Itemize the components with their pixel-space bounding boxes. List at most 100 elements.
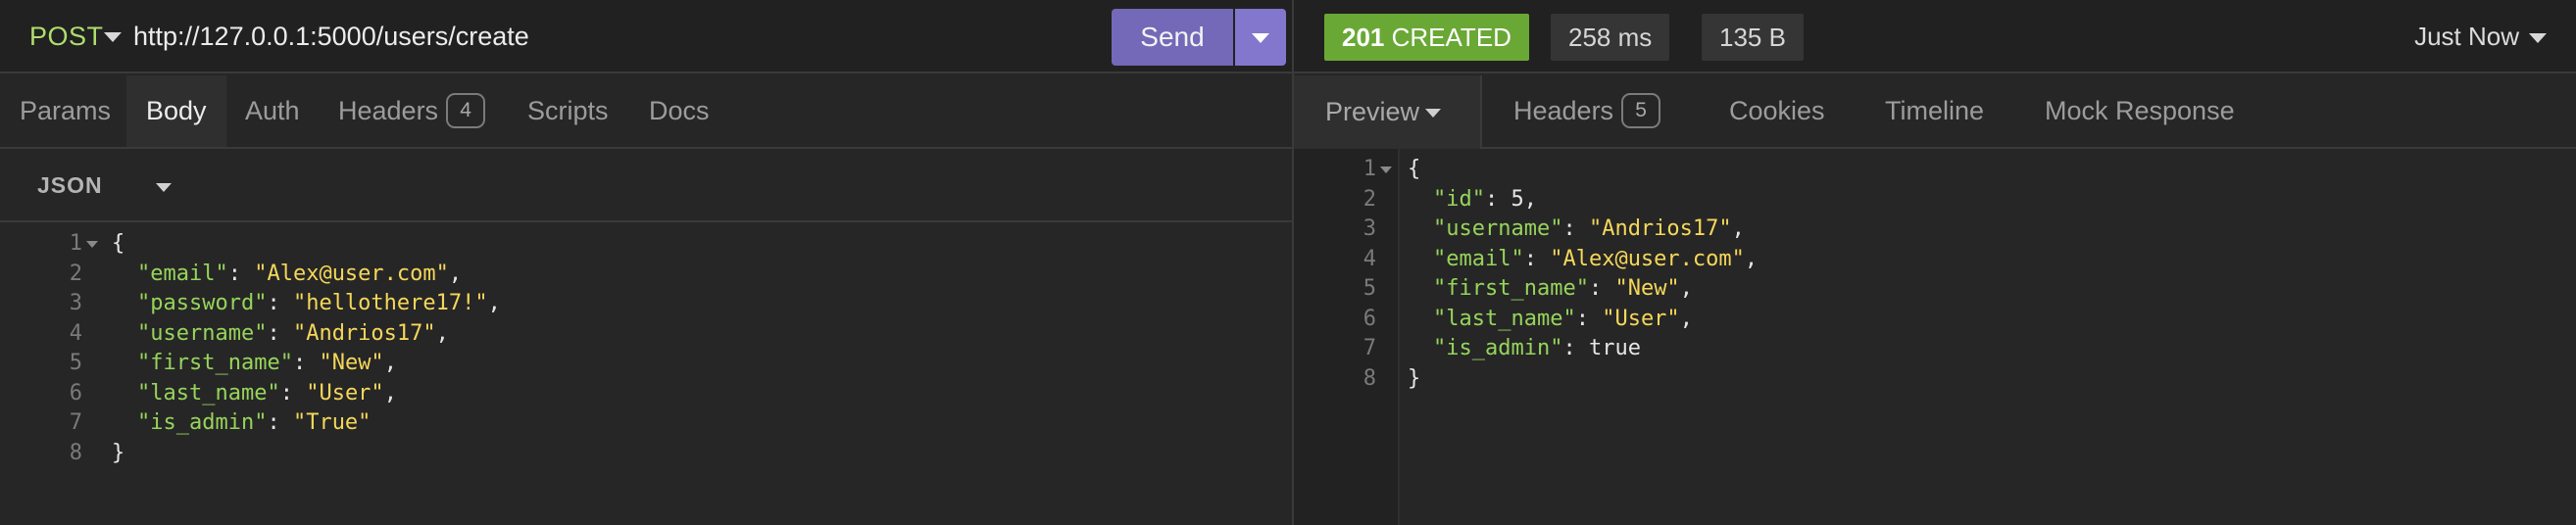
- url-input[interactable]: http://127.0.0.1:5000/users/create: [133, 22, 529, 52]
- response-tabs: Preview Headers 5 Cookies Timeline Mock R…: [1294, 75, 2576, 149]
- send-button[interactable]: Send: [1112, 9, 1233, 66]
- code-line: 4 "email": "Alex@user.com",: [1294, 245, 2576, 274]
- code-text: "password": "hellothere17!",: [137, 289, 501, 318]
- json-key: "last_name": [1433, 306, 1576, 331]
- code-text: "email": "Alex@user.com",: [137, 260, 462, 289]
- code-line: 8}: [0, 439, 1292, 468]
- code-text: "email": "Alex@user.com",: [1433, 245, 1758, 274]
- json-colon: :: [292, 351, 320, 375]
- line-number: 7: [69, 410, 82, 435]
- response-status-bar: 201 CREATED 258 ms 135 B Just Now: [1294, 0, 2576, 73]
- status-text: CREATED: [1391, 23, 1511, 52]
- json-comma: ,: [487, 291, 501, 315]
- code-text: "last_name": "User",: [1433, 305, 1693, 334]
- status-badge: 201 CREATED: [1324, 14, 1529, 61]
- code-line: 7 "is_admin": true: [1294, 334, 2576, 363]
- json-key: "first_name": [1433, 276, 1589, 301]
- json-comma: ,: [1679, 306, 1693, 331]
- json-value: "hellothere17!": [292, 291, 488, 315]
- json-comma: ,: [1731, 216, 1745, 241]
- code-text: "id": 5,: [1433, 185, 1537, 215]
- tab-auth[interactable]: Auth: [245, 75, 300, 147]
- json-comma: ,: [1679, 276, 1693, 301]
- code-line: 3 "password": "hellothere17!",: [0, 289, 1292, 318]
- json-value: "Andrios17": [292, 320, 436, 346]
- tab-headers-label: Headers: [338, 96, 439, 125]
- json-colon: :: [267, 320, 293, 346]
- json-key: "username": [1433, 216, 1563, 241]
- tab-docs[interactable]: Docs: [649, 75, 710, 147]
- json-key: "id": [1433, 186, 1485, 212]
- code-line: 1{: [1294, 155, 2576, 184]
- code-line: 1{: [0, 229, 1292, 259]
- status-code: 201: [1342, 23, 1385, 52]
- json-key: "first_name": [137, 351, 293, 375]
- json-key: "is_admin": [1433, 336, 1563, 360]
- line-number: 6: [69, 380, 82, 406]
- code-text: "is_admin": "True": [137, 408, 371, 438]
- code-text: "is_admin": true: [1433, 334, 1641, 363]
- tab-params[interactable]: Params: [20, 75, 111, 147]
- json-comma: ,: [1744, 246, 1759, 271]
- json-key: "email": [137, 261, 228, 286]
- json-value: "User": [306, 380, 384, 406]
- line-number: 5: [1362, 276, 1376, 301]
- body-format-selector[interactable]: JSON: [37, 172, 103, 199]
- code-line: 7 "is_admin": "True": [0, 408, 1292, 438]
- history-selector[interactable]: Just Now: [2414, 22, 2519, 52]
- method-selector[interactable]: POST: [29, 22, 104, 52]
- code-text: "first_name": "New",: [1433, 274, 1693, 304]
- line-number: 8: [69, 440, 82, 465]
- json-key: "email": [1433, 246, 1524, 271]
- tab-mock-response[interactable]: Mock Response: [2045, 75, 2235, 147]
- json-colon: :: [1523, 246, 1551, 271]
- line-number: 4: [1362, 246, 1376, 271]
- json-comma: ,: [383, 351, 397, 375]
- code-line: 8}: [1294, 364, 2576, 394]
- tab-headers[interactable]: Headers 4: [338, 75, 486, 147]
- code-line: 2 "email": "Alex@user.com",: [0, 260, 1292, 289]
- line-number: 6: [1362, 306, 1376, 331]
- code-line: 2 "id": 5,: [1294, 185, 2576, 215]
- headers-count-badge: 4: [446, 92, 486, 128]
- line-number: 1: [69, 231, 82, 256]
- json-value: "User": [1602, 306, 1680, 331]
- json-value: "True": [292, 410, 372, 435]
- json-key: "is_admin": [137, 410, 268, 435]
- line-number: 1: [1362, 157, 1376, 181]
- body-format-bar: JSON: [0, 149, 1292, 222]
- json-colon: :: [1562, 336, 1589, 360]
- json-value: "Andrios17": [1588, 216, 1732, 241]
- request-body-editor[interactable]: 1{2 "email": "Alex@user.com", 3 "password":…: [0, 229, 1292, 525]
- body-format-chevron-down-icon[interactable]: [156, 183, 172, 192]
- line-number: 4: [69, 320, 82, 346]
- json-value: 5: [1511, 186, 1524, 212]
- code-text: {: [112, 231, 125, 256]
- send-chevron-down-icon: [1252, 33, 1269, 43]
- method-chevron-down-icon[interactable]: [104, 32, 122, 42]
- json-key: "password": [137, 291, 268, 315]
- tab-scripts[interactable]: Scripts: [527, 75, 609, 147]
- history-chevron-down-icon[interactable]: [2529, 33, 2547, 43]
- fold-chevron-down-icon[interactable]: [1380, 167, 1392, 173]
- json-colon: :: [279, 380, 307, 406]
- tab-response-headers[interactable]: Headers 5: [1513, 75, 1661, 147]
- json-comma: ,: [448, 261, 463, 286]
- url-bar: POST http://127.0.0.1:5000/users/create …: [0, 0, 1292, 73]
- json-colon: :: [267, 291, 293, 315]
- fold-chevron-down-icon[interactable]: [86, 241, 98, 248]
- json-value: true: [1588, 336, 1641, 360]
- tab-timeline[interactable]: Timeline: [1885, 75, 1984, 147]
- json-colon: :: [1562, 216, 1589, 241]
- preview-chevron-down-icon: [1425, 109, 1441, 118]
- json-colon: :: [1575, 306, 1603, 331]
- tab-cookies[interactable]: Cookies: [1729, 75, 1825, 147]
- code-line: 4 "username": "Andrios17",: [0, 319, 1292, 349]
- json-key: "username": [137, 320, 268, 346]
- tab-preview[interactable]: Preview: [1294, 75, 1482, 149]
- tab-body[interactable]: Body: [126, 75, 226, 147]
- response-time: 258 ms: [1551, 14, 1670, 61]
- json-value: "New": [319, 351, 384, 375]
- send-options-button[interactable]: [1235, 9, 1286, 66]
- code-line: 3 "username": "Andrios17",: [1294, 215, 2576, 244]
